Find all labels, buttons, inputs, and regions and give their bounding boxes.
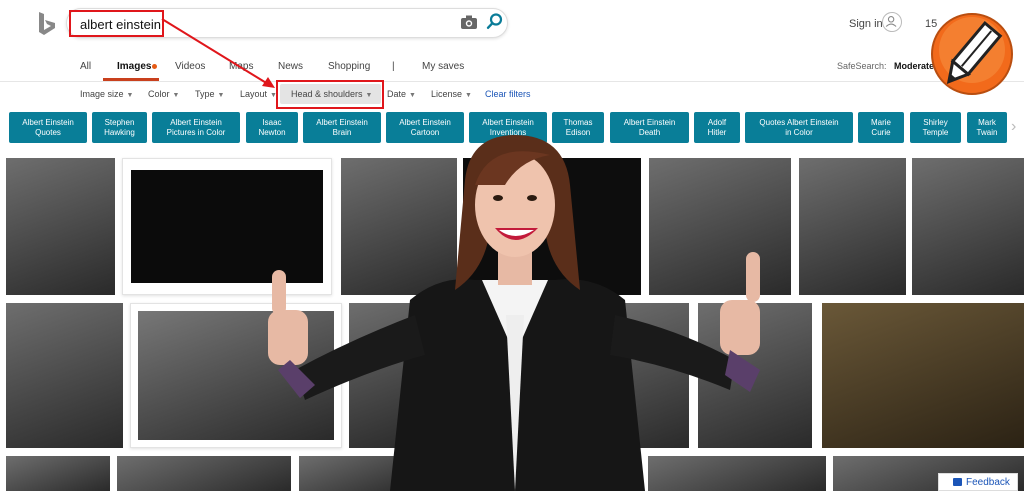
filter-label: Type [195,89,215,99]
filter-label: Layout [240,89,268,99]
annotation-box-filter [276,80,384,109]
tab-images[interactable]: Images [117,61,151,72]
search-icon[interactable] [486,12,504,30]
clear-filters-link[interactable]: Clear filters [485,89,531,99]
chip-line: Twain [976,127,998,137]
caret-down-icon: ▼ [217,92,225,99]
related-chip[interactable]: Albert Einstein Quotes [9,112,87,143]
chip-line: Isaac [262,117,282,127]
chip-line: Thomas [563,117,593,127]
new-indicator-dot [152,64,157,69]
related-chip[interactable]: Stephen Hawking [92,112,147,143]
chevron-right-icon[interactable]: › [1011,118,1021,136]
tab-my-saves[interactable]: My saves [422,61,464,72]
pencil-icon [931,13,1013,95]
chip-line: Shirley [923,117,948,127]
chip-line: Stephen [104,117,135,127]
chip-line: Albert Einstein [22,117,74,127]
filter-label: Date [387,89,407,99]
tab-maps[interactable]: Maps [229,61,253,72]
result-image[interactable] [822,303,1024,448]
result-image[interactable] [6,303,123,448]
sign-in-link[interactable]: Sign in [849,18,883,30]
filter-color[interactable]: Color ▼ [148,89,179,99]
caret-down-icon: ▼ [172,92,180,99]
filter-license[interactable]: License ▼ [431,89,472,99]
woman-thumbs-up-illustration [268,135,760,491]
chip-line: Pictures in Color [166,127,226,137]
caret-down-icon: ▼ [126,92,134,99]
chip-line: Quotes Albert Einstein [759,117,839,127]
chip-line: Quotes [35,127,61,137]
tab-videos[interactable]: Videos [175,61,205,72]
filter-label: Image size [80,89,124,99]
chip-line: Albert Einstein [399,117,451,127]
result-image[interactable] [799,158,906,295]
related-chip[interactable]: Marie Curie [858,112,904,143]
tab-shopping[interactable]: Shopping [328,61,370,72]
chip-line: Albert Einstein [623,117,676,127]
chip-line: Marie [870,117,891,127]
camera-icon[interactable] [460,14,478,30]
result-image[interactable] [6,456,110,491]
tab-news[interactable]: News [278,61,303,72]
chip-line: Adolf [707,117,727,127]
chip-line: Mark [978,117,996,127]
chip-line: Temple [922,127,949,137]
filter-image-size[interactable]: Image size ▼ [80,89,133,99]
feedback-label: Feedback [966,476,1010,488]
feedback-button[interactable]: Feedback [938,473,1018,491]
chip-line: Albert Einstein [316,117,368,127]
tab-all[interactable]: All [80,61,91,72]
caret-down-icon: ▼ [409,92,416,99]
related-chip[interactable]: Albert Einstein Pictures in Color [152,112,240,143]
bing-logo-icon[interactable] [36,11,58,37]
filter-type[interactable]: Type ▼ [195,89,224,99]
related-chip[interactable]: Mark Twain [967,112,1007,143]
caret-down-icon: ▼ [465,92,472,99]
result-image[interactable] [912,158,1024,295]
filter-date[interactable]: Date ▼ [387,89,416,99]
related-chip[interactable]: Shirley Temple [910,112,961,143]
annotation-box-query [69,10,164,37]
user-avatar-icon[interactable] [882,12,902,32]
chip-line: Hawking [104,127,135,137]
filter-label: License [431,89,463,99]
filter-layout[interactable]: Layout ▼ [240,89,277,99]
chip-line: Albert Einstein [170,117,222,127]
tabs-divider [0,81,1024,82]
chip-line: Albert Einstein [482,117,534,127]
chip-line: Curie [871,127,891,137]
result-image[interactable] [6,158,115,295]
feedback-icon [953,478,962,486]
safesearch-label: SafeSearch: [837,61,887,71]
filter-label: Color [148,89,170,99]
tab-divider: | [392,61,395,72]
